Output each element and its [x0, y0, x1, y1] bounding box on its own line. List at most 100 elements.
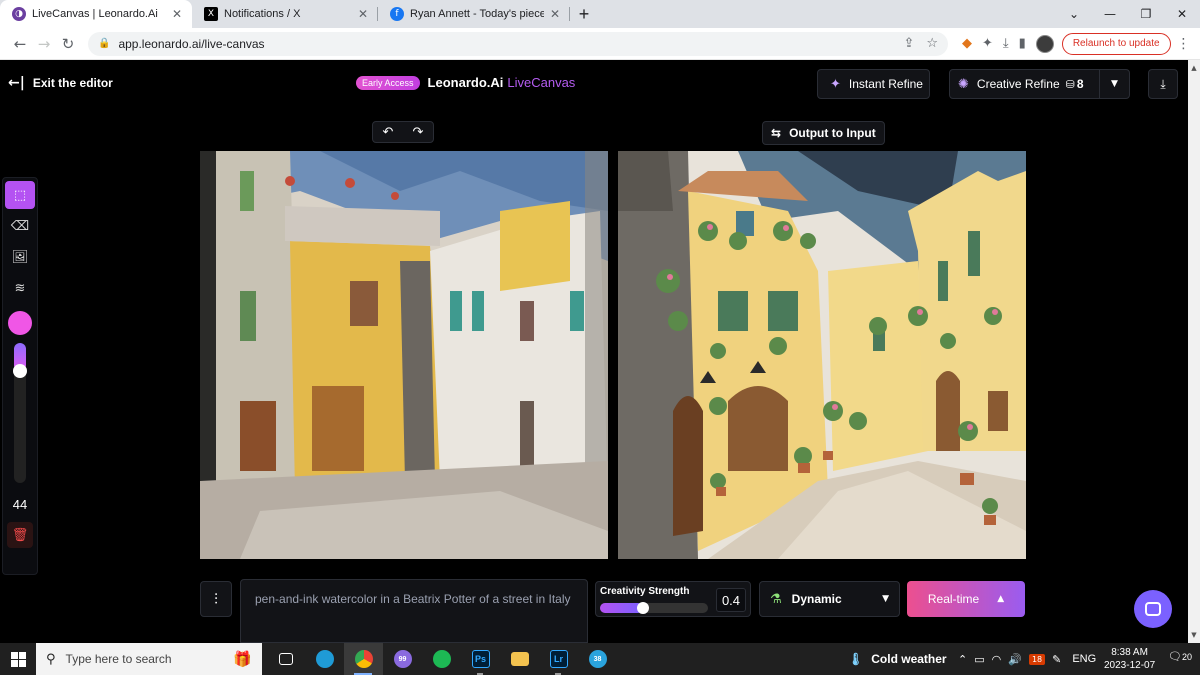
language-indicator[interactable]: ENG	[1072, 653, 1096, 665]
metamask-icon[interactable]: ◆	[962, 36, 972, 51]
instant-refine-button[interactable]: ✦ Instant Refine	[817, 69, 930, 99]
redo-icon[interactable]: ↷	[413, 125, 424, 140]
creativity-strength-slider-handle[interactable]	[637, 602, 650, 614]
windows-start-icon[interactable]	[0, 651, 36, 667]
browser-tab-x-notifications[interactable]: X Notifications / X ✕	[192, 0, 378, 28]
tab-strip: ◑ LiveCanvas | Leonardo.Ai ✕ X Notificat…	[0, 0, 1200, 28]
photoshop-icon[interactable]: Ps	[461, 643, 500, 675]
download-icon[interactable]: ⤓	[1003, 36, 1009, 51]
creative-refine-count: 8	[1076, 77, 1084, 91]
image-upload-tool-icon[interactable]: 🖼	[5, 243, 35, 271]
brand-product: LiveCanvas	[507, 75, 576, 90]
share-icon[interactable]: ⇪	[903, 36, 914, 51]
creative-refine-button[interactable]: ✺ Creative Refine ⛁ 8 ▼	[949, 69, 1130, 99]
support-chat-button[interactable]	[1134, 590, 1172, 628]
search-highlight-icon: 🎁	[233, 651, 252, 668]
battery-icon[interactable]: ▭	[974, 653, 984, 666]
reload-icon[interactable]: ↻	[56, 35, 80, 53]
creative-refine-dropdown-icon[interactable]: ▼	[1099, 69, 1129, 99]
forward-icon[interactable]: →	[32, 35, 56, 53]
omnibox[interactable]: 🔒 app.leonardo.ai/live-canvas ⇪ ☆	[88, 31, 948, 56]
volume-icon[interactable]: 🔊	[1008, 653, 1022, 666]
close-tab-icon[interactable]: ✕	[550, 7, 560, 21]
minimize-icon[interactable]: —	[1092, 0, 1128, 28]
browser-tab-facebook[interactable]: f Ryan Annett - Today's piece is tit ✕	[378, 0, 570, 28]
creativity-strength-value[interactable]: 0.4	[716, 588, 746, 612]
spotify-icon[interactable]	[422, 643, 461, 675]
profile-avatar[interactable]	[1035, 34, 1054, 53]
creativity-strength-slider[interactable]	[600, 602, 708, 614]
relaunch-button[interactable]: Relaunch to update	[1061, 32, 1171, 55]
clear-canvas-trash-icon[interactable]: 🗑	[7, 522, 33, 548]
telegram-icon[interactable]: 38	[578, 643, 617, 675]
prompt-input[interactable]: pen-and-ink watercolor in a Beatrix Pott…	[240, 579, 588, 643]
taskbar-search-box[interactable]: ⚲ Type here to search 🎁	[36, 643, 262, 675]
new-tab-button[interactable]: +	[570, 0, 598, 28]
tab-title: LiveCanvas | Leonardo.Ai	[32, 8, 158, 20]
scroll-down-icon[interactable]: ▼	[1188, 631, 1200, 639]
clock-time: 8:38 AM	[1111, 647, 1148, 658]
close-tab-icon[interactable]: ✕	[358, 7, 368, 21]
style-wand-icon: ⚗	[770, 591, 782, 607]
style-dropdown[interactable]: ⚗ Dynamic ▼	[759, 581, 900, 617]
early-access-badge: Early Access	[356, 75, 420, 90]
taskbar-apps: 99 Ps Lr 38	[266, 643, 617, 675]
extensions-puzzle-icon[interactable]: ✦	[982, 36, 993, 51]
input-canvas[interactable]	[200, 151, 608, 559]
side-panel-icon[interactable]: ▮	[1019, 36, 1026, 51]
brush-size-slider-handle[interactable]	[13, 364, 27, 378]
output-to-input-label: Output to Input	[789, 126, 876, 140]
sketch-painting-image	[200, 151, 608, 559]
brush-tool-icon[interactable]: ≋	[5, 274, 35, 302]
eraser-tool-icon[interactable]: ⌫	[5, 212, 35, 240]
leonardo-favicon-icon: ◑	[12, 7, 26, 21]
brush-size-slider[interactable]	[13, 343, 27, 483]
output-to-input-button[interactable]: ⇆ Output to Input	[762, 121, 885, 145]
tab-title: Ryan Annett - Today's piece is tit	[410, 8, 544, 20]
swap-arrows-icon: ⇆	[771, 126, 782, 140]
style-label: Dynamic	[791, 592, 842, 606]
exit-editor-button[interactable]: ←| Exit the editor	[8, 75, 113, 91]
scroll-up-icon[interactable]: ▲	[1188, 64, 1200, 72]
close-window-icon[interactable]: ✕	[1164, 0, 1200, 28]
photoshop-glyph: Ps	[471, 650, 490, 668]
chevron-up-icon[interactable]: ▲	[997, 594, 1004, 604]
task-view-icon[interactable]	[266, 643, 305, 675]
download-image-button[interactable]: ⤓	[1148, 69, 1178, 99]
realtime-mode-button[interactable]: Real-time ▲	[907, 581, 1025, 617]
task-view-glyph	[278, 653, 293, 665]
brush-color-swatch[interactable]	[8, 311, 32, 335]
back-icon[interactable]: ←	[8, 35, 32, 53]
network-icon[interactable]: ◠	[992, 653, 1002, 666]
windows-taskbar: ⚲ Type here to search 🎁 99 Ps Lr 38 🌡 Co…	[0, 643, 1200, 675]
undo-icon[interactable]: ↶	[383, 125, 394, 140]
restore-icon[interactable]: ❐	[1128, 0, 1164, 28]
creative-refine-label: Creative Refine	[976, 77, 1060, 91]
lock-icon[interactable]: 🔒	[98, 38, 110, 49]
search-icon: ⚲	[46, 651, 56, 667]
close-tab-icon[interactable]: ✕	[172, 7, 182, 21]
show-hidden-icons-icon[interactable]: ⌃	[958, 653, 967, 666]
browser-menu-icon[interactable]: ⋮	[1177, 36, 1191, 52]
file-explorer-icon[interactable]	[500, 643, 539, 675]
clock[interactable]: 8:38 AM 2023-12-07	[1104, 646, 1155, 672]
creative-refine-icon: ✺	[958, 76, 969, 92]
chrome-icon[interactable]	[344, 643, 383, 675]
weather-text: Cold weather	[871, 652, 947, 666]
url-text[interactable]: app.leonardo.ai/live-canvas	[118, 37, 891, 51]
page-scrollbar[interactable]: ▲ ▼	[1188, 60, 1200, 643]
chrome-profile-icon[interactable]: 99	[383, 643, 422, 675]
lightroom-icon[interactable]: Lr	[539, 643, 578, 675]
tab-search-icon[interactable]: ⌄	[1056, 0, 1092, 28]
advanced-settings-sliders-icon[interactable]: ⫶	[200, 581, 232, 617]
window-controls: ⌄ — ❐ ✕	[1056, 0, 1200, 28]
weather-widget[interactable]: 🌡 Cold weather	[848, 643, 947, 675]
mail-badge[interactable]: 18	[1028, 653, 1046, 665]
token-icon: ⛁	[1065, 77, 1075, 91]
bookmark-star-icon[interactable]: ☆	[926, 36, 938, 51]
edge-icon[interactable]	[305, 643, 344, 675]
notification-center-icon[interactable]: 🗨20	[1168, 650, 1192, 663]
pen-icon[interactable]: ✎	[1052, 653, 1061, 666]
browser-tab-livecanvas[interactable]: ◑ LiveCanvas | Leonardo.Ai ✕	[0, 0, 192, 28]
select-tool-icon[interactable]: ⬚	[5, 181, 35, 209]
